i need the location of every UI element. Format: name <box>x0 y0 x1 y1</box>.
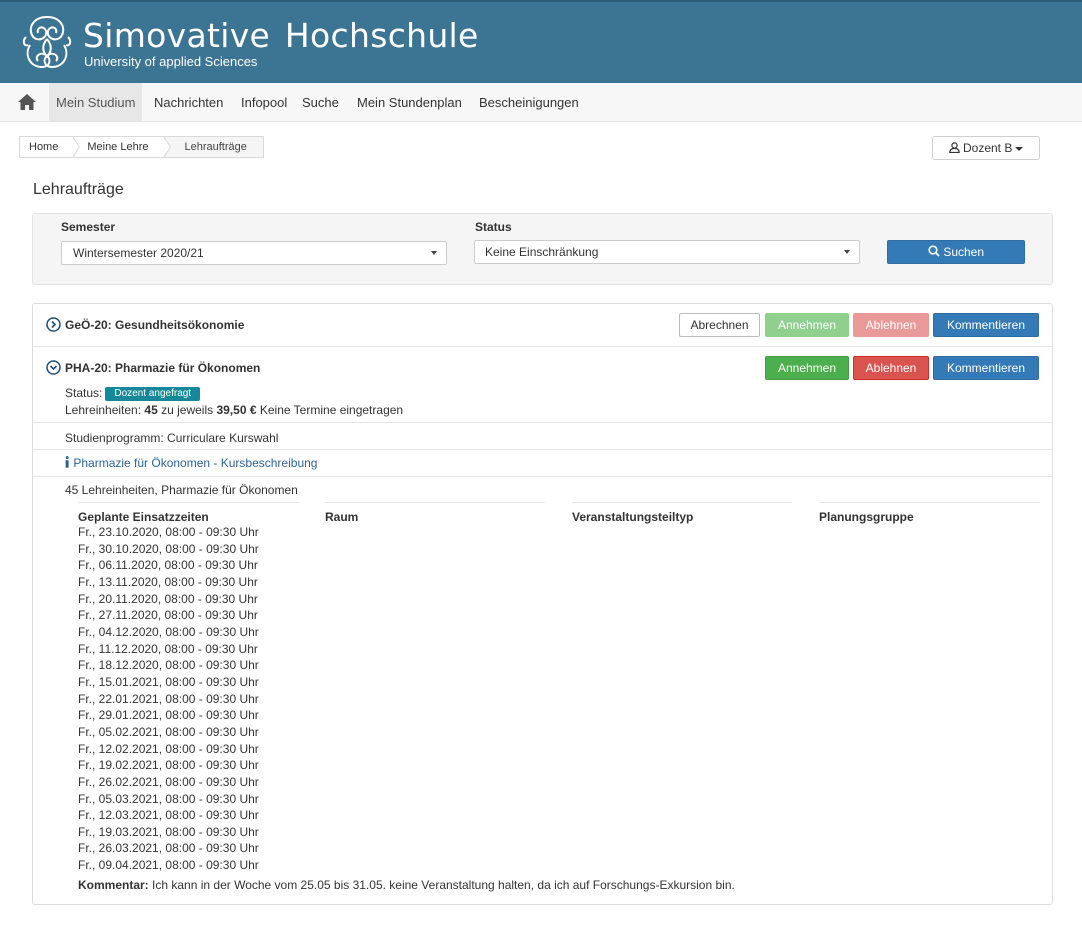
lehreinheiten-count: 45 <box>144 403 158 417</box>
date-row: Fr., 26.03.2021, 08:00 - 09:30 Uhr <box>78 841 259 856</box>
date-row: Fr., 05.02.2021, 08:00 - 09:30 Uhr <box>78 724 259 739</box>
nav-item-infopool[interactable]: Infopool <box>234 83 294 121</box>
date-row: Fr., 20.11.2020, 08:00 - 09:30 Uhr <box>78 591 258 606</box>
date-row: Fr., 13.11.2020, 08:00 - 09:30 Uhr <box>78 574 258 589</box>
status-badge: Dozent angefragt <box>105 387 201 401</box>
divider <box>33 422 1052 423</box>
col-header-planungsgruppe: Planungsgruppe <box>819 502 1040 526</box>
kommentieren-button-geo20[interactable]: Kommentieren <box>933 313 1039 337</box>
breadcrumb-meine-lehre[interactable]: Meine Lehre <box>74 136 171 158</box>
main-nav: Mein Studium Nachrichten Infopool Suche … <box>0 83 1082 122</box>
user-menu-label: Dozent B <box>962 141 1013 155</box>
info-icon <box>65 456 69 468</box>
status-select-value: Keine Einschränkung <box>485 245 599 259</box>
date-row: Fr., 26.02.2021, 08:00 - 09:30 Uhr <box>78 774 259 789</box>
app-header: Simovative Hochschule University of appl… <box>0 0 1082 83</box>
abrechnen-button[interactable]: Abrechnen <box>679 313 760 337</box>
status-row-label: Status: <box>65 386 103 400</box>
nav-item-bescheinigungen[interactable]: Bescheinigungen <box>472 83 586 121</box>
col-header-veranstaltungsteiltyp: Veranstaltungsteiltyp <box>572 502 792 526</box>
date-row: Fr., 19.02.2021, 08:00 - 09:30 Uhr <box>78 758 259 773</box>
divider <box>33 449 1052 450</box>
lehreinheiten-price: 39,50 € <box>216 403 257 417</box>
filter-panel: Semester Wintersemester 2020/21 Status K… <box>32 213 1053 285</box>
annehmen-button-geo20[interactable]: Annehmen <box>765 313 849 337</box>
brand-subtitle: University of applied Sciences <box>84 54 258 69</box>
date-row: Fr., 23.10.2020, 08:00 - 09:30 Uhr <box>78 525 259 539</box>
user-icon <box>948 142 960 154</box>
studienprogramm: Studienprogramm: Curriculare Kurswahl <box>65 431 279 445</box>
nav-item-mein-studium[interactable]: Mein Studium <box>49 83 143 121</box>
date-row: Fr., 05.03.2021, 08:00 - 09:30 Uhr <box>78 791 259 806</box>
date-row: Fr., 15.01.2021, 08:00 - 09:30 Uhr <box>78 674 259 689</box>
course-title-pha20[interactable]: PHA-20: Pharmazie für Ökonomen <box>65 361 260 375</box>
lehreinheiten-mid: zu jeweils <box>161 403 214 417</box>
date-row: Fr., 18.12.2020, 08:00 - 09:30 Uhr <box>78 658 259 673</box>
date-row: Fr., 12.03.2021, 08:00 - 09:30 Uhr <box>78 808 259 823</box>
dates-list: Fr., 23.10.2020, 08:00 - 09:30 Uhr Fr., … <box>78 524 259 874</box>
breadcrumb-current-label: Lehraufträge <box>184 141 247 153</box>
nav-item-suche[interactable]: Suche <box>295 83 346 121</box>
comment-text: Ich kann in der Woche vom 25.05 bis 31.0… <box>152 878 735 892</box>
semester-select-value: Wintersemester 2020/21 <box>73 246 204 260</box>
breadcrumb: Home Meine Lehre Lehraufträge <box>19 136 264 158</box>
col-header-einsatzzeiten: Geplante Einsatzzeiten <box>78 502 299 526</box>
search-icon <box>928 245 940 257</box>
comment-label: Kommentar: <box>78 878 149 892</box>
kursbeschreibung-link-label: Pharmazie für Ökonomen - Kursbeschreibun… <box>73 456 318 470</box>
chevron-circle-right-icon[interactable] <box>46 317 61 332</box>
caret-down-icon <box>1015 146 1024 151</box>
date-row: Fr., 09.04.2021, 08:00 - 09:30 Uhr <box>78 858 259 873</box>
user-menu-button[interactable]: Dozent B <box>932 136 1040 160</box>
date-row: Fr., 11.12.2020, 08:00 - 09:30 Uhr <box>78 641 258 656</box>
status-label: Status <box>475 220 512 234</box>
search-button[interactable]: Suchen <box>887 240 1025 264</box>
semester-label: Semester <box>61 220 116 234</box>
breadcrumb-meine-lehre-label: Meine Lehre <box>87 141 149 153</box>
kommentieren-button-pha20[interactable]: Kommentieren <box>933 356 1039 380</box>
logo-icon[interactable] <box>20 11 74 75</box>
lehreinheiten-suffix: Keine Termine eingetragen <box>259 403 404 417</box>
col-header-raum: Raum <box>325 502 545 526</box>
breadcrumb-lehrauftraege: Lehraufträge <box>164 137 263 157</box>
ablehnen-button-pha20[interactable]: Ablehnen <box>853 356 929 380</box>
comment: Kommentar: Ich kann in der Woche vom 25.… <box>78 878 735 892</box>
course-title-geo20[interactable]: GeÖ-20: Gesundheitsökonomie <box>65 318 244 332</box>
status-select[interactable]: Keine Einschränkung <box>474 240 860 264</box>
kursbeschreibung-link[interactable]: Pharmazie für Ökonomen - Kursbeschreibun… <box>64 456 317 470</box>
ablehnen-button-geo20[interactable]: Ablehnen <box>853 313 929 337</box>
status-row: Status: Dozent angefragt <box>65 386 201 401</box>
chevron-circle-down-icon[interactable] <box>46 360 61 375</box>
nav-item-mein-stundenplan[interactable]: Mein Stundenplan <box>350 83 469 121</box>
date-row: Fr., 30.10.2020, 08:00 - 09:30 Uhr <box>78 541 259 556</box>
units-summary: 45 Lehreinheiten, Pharmazie für Ökonomen <box>65 483 298 497</box>
date-row: Fr., 06.11.2020, 08:00 - 09:30 Uhr <box>78 558 258 573</box>
breadcrumb-home[interactable]: Home <box>20 136 81 158</box>
lehreinheiten-prefix: Lehreinheiten: <box>65 403 142 417</box>
date-row: Fr., 04.12.2020, 08:00 - 09:30 Uhr <box>78 624 259 639</box>
page-title: Lehraufträge <box>33 181 124 198</box>
caret-down-icon <box>844 250 850 254</box>
lehrauftraege-panel: GeÖ-20: Gesundheitsökonomie Abrechnen An… <box>32 303 1053 905</box>
date-row: Fr., 19.03.2021, 08:00 - 09:30 Uhr <box>78 824 259 839</box>
home-icon[interactable] <box>17 93 37 111</box>
semester-select[interactable]: Wintersemester 2020/21 <box>61 241 447 265</box>
nav-item-nachrichten[interactable]: Nachrichten <box>147 83 230 121</box>
lehreinheiten-row: Lehreinheiten: 45 zu jeweils 39,50 € Kei… <box>65 403 403 417</box>
search-button-label: Suchen <box>943 245 985 259</box>
date-row: Fr., 22.01.2021, 08:00 - 09:30 Uhr <box>78 691 259 706</box>
breadcrumb-home-label: Home <box>29 141 59 153</box>
divider <box>33 476 1052 477</box>
divider <box>33 346 1052 347</box>
date-row: Fr., 12.02.2021, 08:00 - 09:30 Uhr <box>78 741 259 756</box>
caret-down-icon <box>431 251 437 255</box>
annehmen-button-pha20[interactable]: Annehmen <box>765 356 849 380</box>
brand-title[interactable]: Simovative Hochschule <box>83 16 479 55</box>
date-row: Fr., 27.11.2020, 08:00 - 09:30 Uhr <box>78 608 258 623</box>
date-row: Fr., 29.01.2021, 08:00 - 09:30 Uhr <box>78 708 259 723</box>
